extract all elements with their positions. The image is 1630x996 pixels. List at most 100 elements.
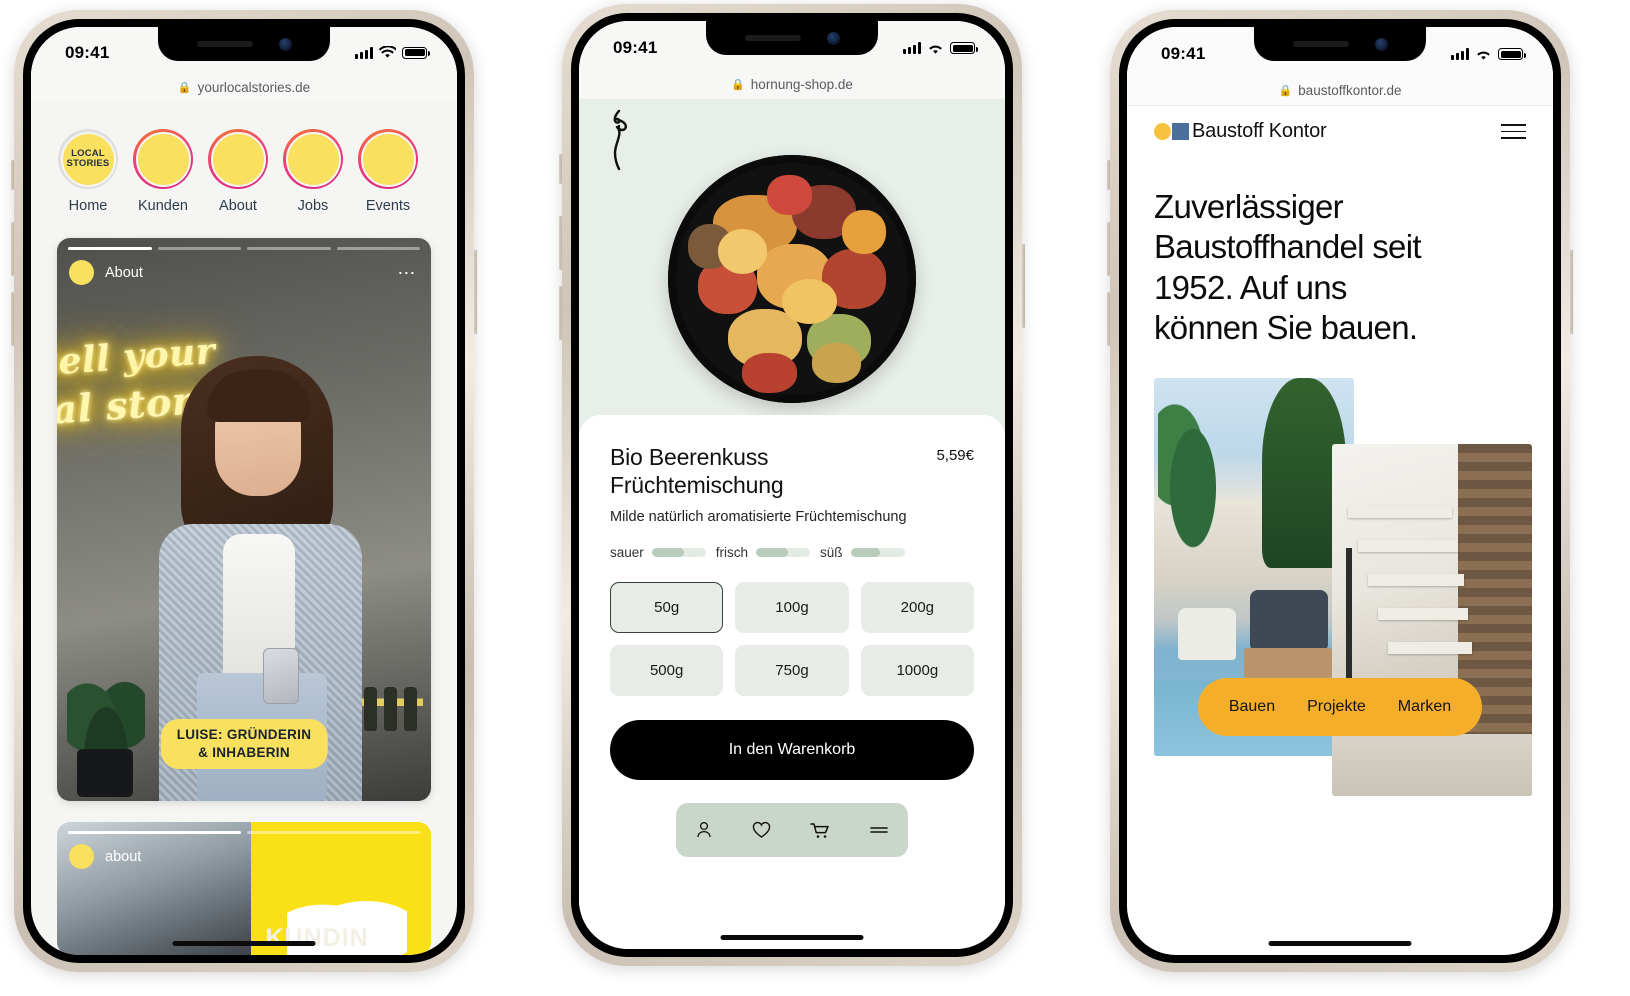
phone-mockup-3: 09:41 🔒 baustoffkontor.de Baustoff Konto…: [1107, 10, 1573, 972]
product-hero-section: [579, 99, 1005, 433]
headline-line-2: Baustoffhandel seit: [1154, 228, 1422, 266]
size-option-750g[interactable]: 750g: [735, 645, 849, 697]
home-indicator[interactable]: [720, 935, 864, 940]
story-label: Kunden: [138, 198, 188, 215]
status-time: 09:41: [613, 38, 658, 57]
volume-down-button[interactable]: [1107, 292, 1110, 346]
taste-profile-row: sauer frisch süß: [610, 545, 974, 560]
bottom-nav-pill: Bauen Projekte Marken: [1198, 678, 1482, 736]
size-option-200g[interactable]: 200g: [860, 582, 974, 634]
status-indicators: [1451, 48, 1526, 61]
size-option-1000g[interactable]: 1000g: [860, 645, 974, 697]
story-label: Events: [365, 198, 411, 215]
story-avatar-home: LOCAL STORIES: [60, 131, 116, 187]
product-price: 5,59€: [936, 447, 974, 464]
story-ring-kunden: [133, 129, 193, 190]
story-item-jobs[interactable]: Jobs: [282, 129, 344, 214]
story-item-events[interactable]: Events: [357, 129, 419, 214]
story-label: Home: [68, 198, 108, 215]
menu-lines-icon[interactable]: [868, 820, 890, 840]
home-indicator[interactable]: [1268, 941, 1412, 946]
phone-screen-2: 09:41 🔒 hornung-shop.de Bio Beerenkuss F…: [579, 21, 1005, 949]
phone-screen-3: 09:41 🔒 baustoffkontor.de Baustoff Konto…: [1127, 27, 1553, 955]
nav-item-projekte[interactable]: Projekte: [1307, 698, 1366, 716]
mute-switch[interactable]: [1107, 160, 1110, 190]
story-item-kunden[interactable]: Kunden: [132, 129, 194, 214]
story-item-about[interactable]: About: [207, 129, 269, 214]
taste-sauer: sauer: [610, 545, 706, 560]
progress-segment: [157, 247, 241, 250]
hamburger-menu-icon[interactable]: [1501, 123, 1526, 140]
taste-bar: [850, 548, 905, 558]
wifi-icon: [1477, 51, 1490, 60]
volume-up-button[interactable]: [1107, 222, 1110, 276]
bottom-tab-bar: [676, 803, 908, 858]
phone-mockup-2: 09:41 🔒 hornung-shop.de Bio Beerenkuss F…: [559, 4, 1025, 966]
hornung-figure-logo-icon: [613, 109, 627, 171]
size-option-500g[interactable]: 500g: [610, 645, 724, 697]
shopping-cart-icon[interactable]: [809, 820, 831, 840]
mockup-stage: 09:41 🔒 yourlocalstories.de LOCAL STORIE…: [0, 0, 1630, 996]
nav-item-bauen[interactable]: Bauen: [1229, 698, 1275, 716]
lock-icon: 🔒: [177, 81, 192, 94]
mute-switch[interactable]: [559, 154, 562, 184]
home-indicator[interactable]: [172, 941, 316, 946]
caption-line-1: LUISE: GRÜNDERIN: [176, 726, 312, 742]
volume-up-button[interactable]: [559, 216, 562, 270]
taste-label: frisch: [715, 545, 749, 561]
story-avatar-jobs: [285, 131, 341, 187]
progress-segment: [247, 831, 420, 834]
plant-pot-decor: [77, 749, 133, 798]
brand-logo[interactable]: Baustoff Kontor: [1154, 120, 1327, 143]
url-text: yourlocalstories.de: [197, 79, 311, 95]
progress-segment: [247, 247, 331, 250]
phone-bezel-2: 09:41 🔒 hornung-shop.de Bio Beerenkuss F…: [571, 13, 1013, 957]
volume-down-button[interactable]: [11, 292, 14, 346]
volume-down-button[interactable]: [559, 286, 562, 340]
cellular-bars-icon: [355, 46, 373, 59]
story-ring-home: LOCAL STORIES: [58, 129, 118, 190]
phone-bezel-3: 09:41 🔒 baustoffkontor.de Baustoff Konto…: [1119, 19, 1561, 963]
story-author-avatar: [69, 260, 94, 286]
taste-bar: [651, 548, 706, 558]
story-label: Jobs: [297, 198, 329, 215]
cellular-bars-icon: [1451, 48, 1469, 60]
next-card-title: about: [105, 848, 142, 865]
story-avatar-about: [210, 131, 266, 187]
active-story-card[interactable]: About ⋯ tell your cal story LUISE: GRÜND…: [57, 238, 431, 802]
volume-up-button[interactable]: [11, 222, 14, 276]
brand-name: Baustoff Kontor: [1192, 120, 1327, 142]
phone-bezel-1: 09:41 🔒 yourlocalstories.de LOCAL STORIE…: [23, 19, 465, 963]
phone-screen-1: 09:41 🔒 yourlocalstories.de LOCAL STORIE…: [31, 27, 457, 955]
headline-line-3: 1952. Auf uns: [1154, 268, 1347, 306]
power-button[interactable]: [1570, 250, 1573, 334]
browser-url-bar-3[interactable]: 🔒 baustoffkontor.de: [1127, 75, 1553, 105]
front-camera-icon: [1374, 37, 1388, 51]
size-option-50g[interactable]: 50g: [610, 582, 724, 634]
browser-url-bar-1[interactable]: 🔒 yourlocalstories.de: [31, 72, 457, 102]
story-caption-badge: LUISE: GRÜNDERIN & INHABERIN: [160, 718, 328, 770]
size-option-100g[interactable]: 100g: [735, 582, 849, 634]
taste-label: sauer: [610, 545, 644, 561]
cellular-bars-icon: [903, 42, 921, 54]
wifi-icon: [929, 45, 942, 54]
product-bowl-image: [579, 155, 1005, 403]
product-name: Bio Beerenkuss Früchtemischung: [610, 443, 784, 499]
story-item-home[interactable]: LOCAL STORIES Home: [57, 129, 119, 214]
bottle-decor: [384, 687, 397, 732]
browser-url-bar-2[interactable]: 🔒 hornung-shop.de: [579, 69, 1005, 99]
nav-item-marken[interactable]: Marken: [1398, 698, 1451, 716]
add-to-cart-button[interactable]: In den Warenkorb: [610, 720, 974, 781]
next-story-progress: [68, 831, 420, 834]
story-avatar-events: [360, 131, 416, 187]
power-button[interactable]: [1022, 244, 1025, 328]
heart-wishlist-icon[interactable]: [751, 820, 772, 840]
taste-label: süß: [820, 545, 843, 561]
mute-switch[interactable]: [11, 160, 14, 190]
more-options-icon[interactable]: ⋯: [397, 264, 417, 282]
progress-segment: [68, 247, 152, 250]
next-story-card[interactable]: KUNDIN about: [57, 822, 431, 955]
power-button[interactable]: [474, 250, 477, 334]
story-ring-events: [358, 129, 418, 190]
user-account-icon[interactable]: [694, 820, 714, 840]
